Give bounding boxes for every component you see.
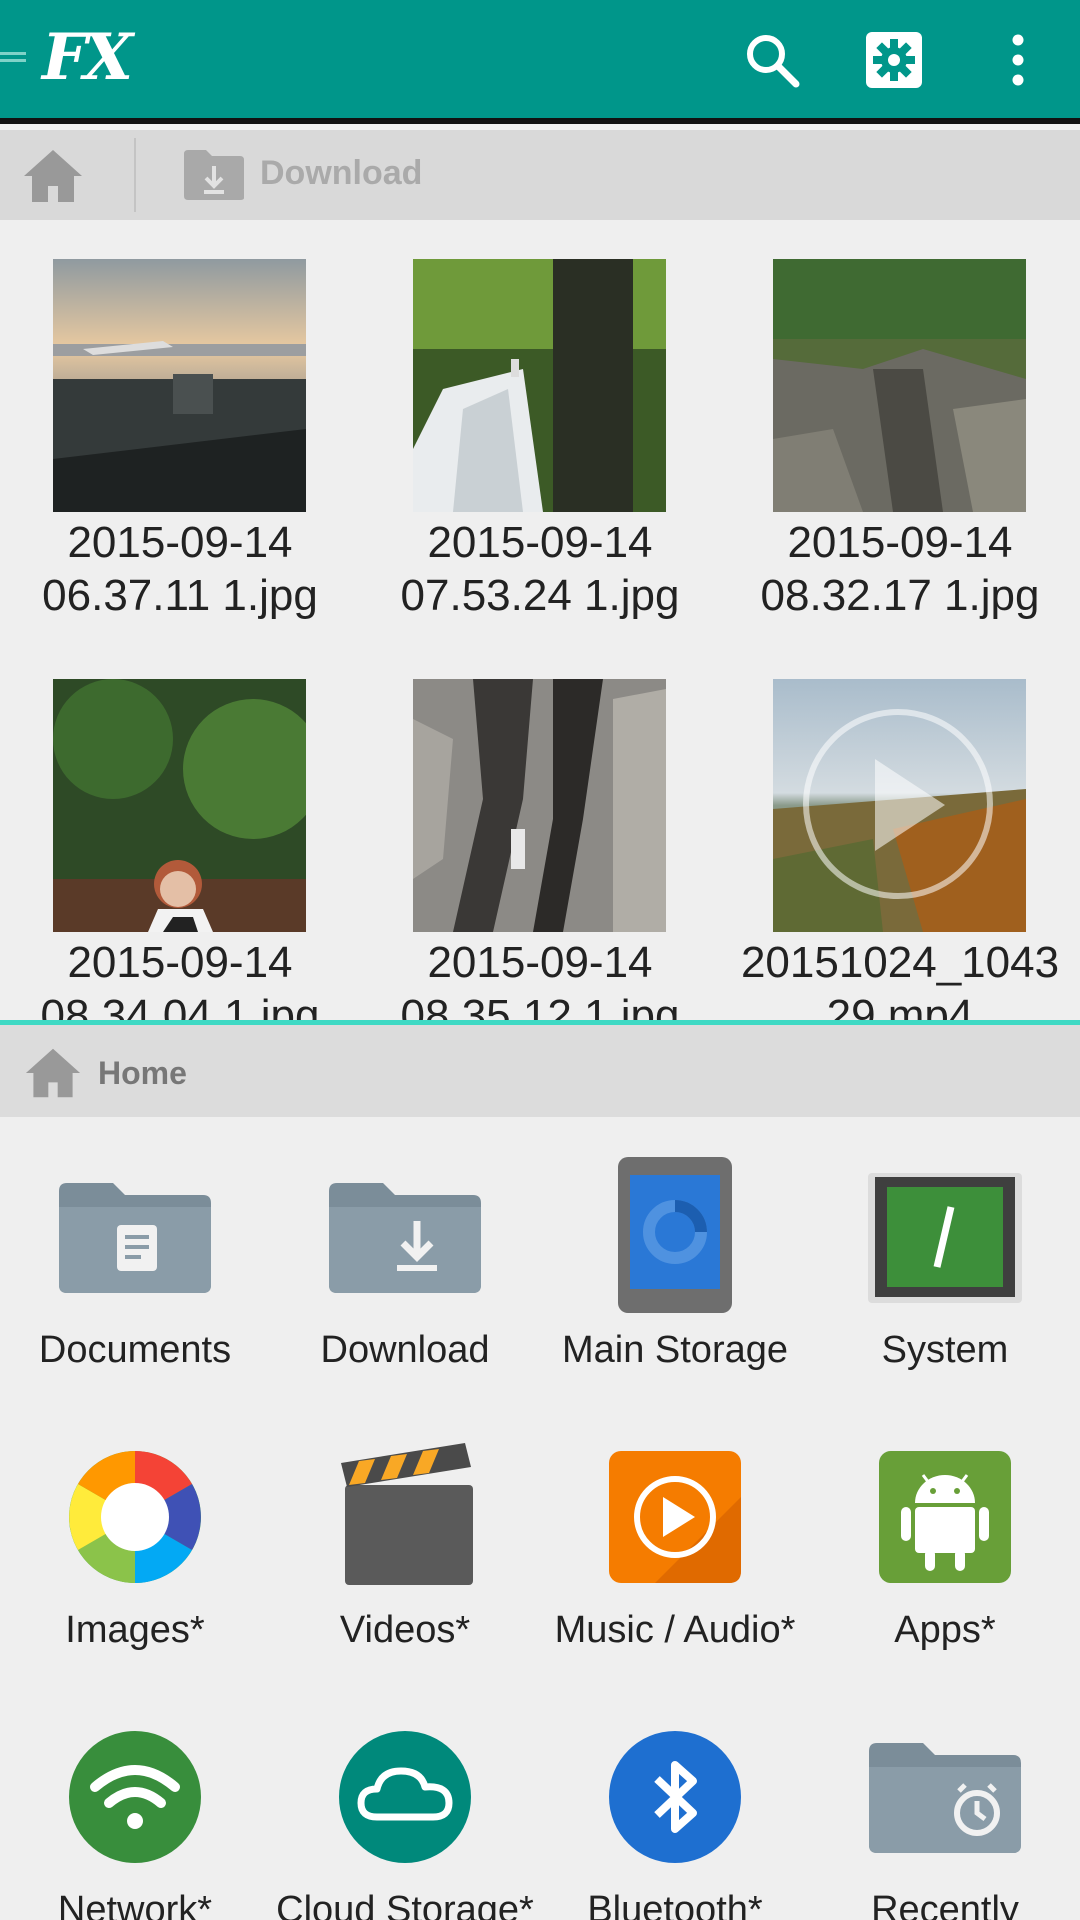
location-label: Apps* [894, 1609, 996, 1651]
location-label: Images* [65, 1609, 205, 1651]
image-thumbnail [413, 679, 666, 932]
bluetooth-icon [609, 1731, 741, 1863]
download-file-grid: 2015-09-14 06.37.11 1.jpg 2015-09-14 07.53… [0, 220, 1080, 1020]
location-label: Cloud Storage* [276, 1889, 534, 1920]
location-label: Network* [57, 1889, 213, 1920]
search-icon[interactable] [740, 28, 804, 92]
location-bluetooth[interactable]: Bluetooth* [540, 1677, 810, 1920]
images-icon [69, 1451, 201, 1583]
location-label: Music / Audio* [554, 1609, 796, 1651]
location-main-storage[interactable]: Main Storage [540, 1117, 810, 1397]
file-tile[interactable]: 2015-09-14 06.37.11 1.jpg [15, 220, 345, 620]
location-images[interactable]: Images* [0, 1397, 270, 1677]
file-name: 2015-09-14 07.53.24 1.jpg [400, 518, 680, 620]
breadcrumb-current-folder[interactable]: Home [98, 1055, 187, 1092]
download-folder-icon [329, 1183, 481, 1293]
settings-icon[interactable] [862, 28, 926, 92]
location-label: Documents [38, 1329, 232, 1371]
music-audio-icon [609, 1451, 741, 1583]
location-documents[interactable]: Documents [0, 1117, 270, 1397]
drawer-menu-icon[interactable] [0, 52, 26, 66]
video-thumbnail [773, 679, 1026, 932]
recent-folder-icon [869, 1743, 1021, 1853]
download-folder-icon[interactable] [182, 148, 246, 202]
image-thumbnail [773, 259, 1026, 512]
file-tile[interactable]: 2015-09-14 08.34.04 1.jpg [15, 640, 345, 1020]
image-thumbnail [53, 259, 306, 512]
location-label: Videos* [339, 1609, 471, 1651]
home-icon[interactable] [22, 1045, 84, 1101]
more-vert-icon[interactable] [986, 28, 1050, 92]
image-thumbnail [53, 679, 306, 932]
file-name: 2015-09-14 08.32.17 1.jpg [760, 518, 1040, 620]
file-name: 2015-09-14 06.37.11 1.jpg [42, 518, 318, 620]
breadcrumb-current-folder[interactable]: Download [260, 154, 422, 193]
breadcrumb-separator [134, 138, 136, 212]
breadcrumb-bottom: Home [0, 1025, 1080, 1117]
home-locations-grid: Documents Download Main Storage System I… [0, 1117, 1080, 1920]
file-name: 2015-09-14 08.35.12 1.jpg [400, 938, 680, 1020]
location-music-audio[interactable]: Music / Audio* [540, 1397, 810, 1677]
image-thumbnail [413, 259, 666, 512]
location-label: Download [320, 1329, 490, 1371]
file-name: 2015-09-14 08.34.04 1.jpg [40, 938, 320, 1020]
location-download[interactable]: Download [270, 1117, 540, 1397]
apps-android-icon [879, 1451, 1011, 1583]
documents-folder-icon [59, 1183, 211, 1293]
breadcrumb-top: Download [0, 130, 1080, 220]
location-system[interactable]: System [810, 1117, 1080, 1397]
location-apps[interactable]: Apps* [810, 1397, 1080, 1677]
file-tile[interactable]: 2015-09-14 08.35.12 1.jpg [375, 640, 705, 1020]
location-label: Main Storage [561, 1329, 788, 1371]
videos-icon [341, 1443, 473, 1585]
cloud-storage-icon [339, 1731, 471, 1863]
play-icon [803, 709, 993, 899]
network-wifi-icon [69, 1731, 201, 1863]
file-tile[interactable]: 2015-09-14 08.32.17 1.jpg [735, 220, 1065, 620]
location-network[interactable]: Network* [0, 1677, 270, 1920]
location-videos[interactable]: Videos* [270, 1397, 540, 1677]
location-label: Bluetooth* [587, 1889, 763, 1920]
file-tile[interactable]: 20151024_1043 29.mp4 [735, 640, 1065, 1020]
location-label: System [881, 1329, 1009, 1371]
location-recently[interactable]: Recently [810, 1677, 1080, 1920]
file-tile[interactable]: 2015-09-14 07.53.24 1.jpg [375, 220, 705, 620]
main-storage-icon [618, 1157, 732, 1313]
file-name: 20151024_1043 29.mp4 [740, 938, 1060, 1020]
home-icon[interactable] [20, 146, 86, 206]
app-logo: FX [42, 20, 133, 95]
location-label: Recently [871, 1889, 1019, 1920]
app-bar: FX [0, 0, 1080, 124]
system-icon [868, 1173, 1022, 1303]
location-cloud-storage[interactable]: Cloud Storage* [270, 1677, 540, 1920]
